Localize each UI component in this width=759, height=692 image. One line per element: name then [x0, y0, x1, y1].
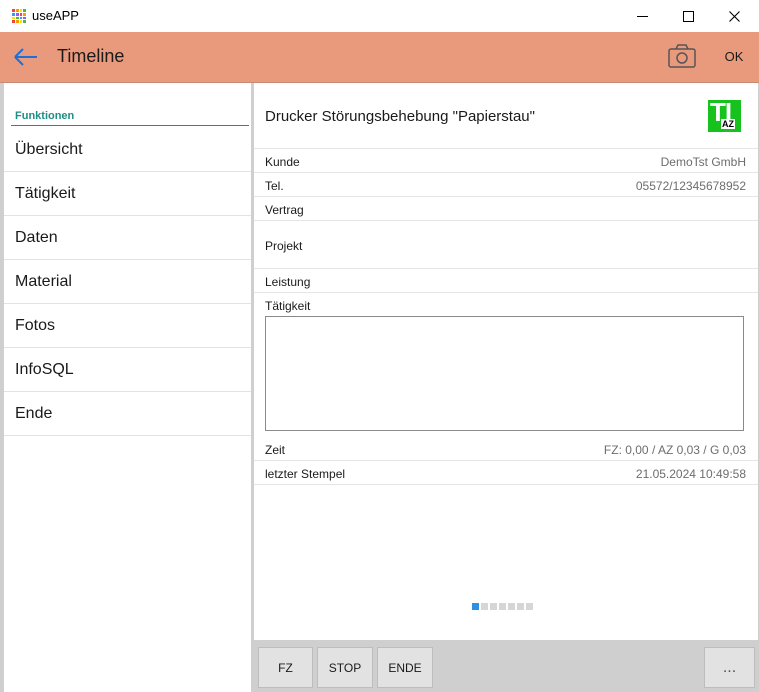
camera-icon[interactable]: [666, 42, 698, 70]
field-value-kunde: DemoTst GmbH: [660, 155, 746, 169]
close-icon: [728, 10, 740, 22]
sidebar-item-fotos[interactable]: Fotos: [4, 305, 251, 348]
field-value-zeit: FZ: 0,00 / AZ 0,03 / G 0,03: [603, 443, 746, 457]
app-header: Timeline OK: [0, 32, 759, 83]
page-dot[interactable]: [490, 603, 497, 610]
field-label-leistung: Leistung: [265, 275, 311, 289]
field-label-vertrag: Vertrag: [265, 203, 304, 217]
ende-button[interactable]: ENDE: [377, 647, 433, 688]
brand-logo-sub: AZ: [721, 119, 735, 129]
brand-logo: TI AZ: [708, 97, 741, 132]
page-title: Timeline: [57, 46, 125, 66]
detail-panel: Drucker Störungsbehebung "Papierstau" TI…: [254, 83, 758, 640]
page-dot[interactable]: [517, 603, 524, 610]
divider: [254, 484, 758, 485]
field-label-zeit: Zeit: [265, 443, 286, 457]
back-arrow-icon[interactable]: [12, 44, 40, 70]
page-dot[interactable]: [526, 603, 533, 610]
page-dot[interactable]: [499, 603, 506, 610]
sidebar-item-daten[interactable]: Daten: [4, 217, 251, 260]
divider: [254, 220, 758, 221]
divider: [254, 148, 758, 149]
more-button[interactable]: ...: [704, 647, 755, 688]
field-label-kunde: Kunde: [265, 155, 300, 169]
page-dot[interactable]: [508, 603, 515, 610]
page-dot[interactable]: [481, 603, 488, 610]
maximize-icon: [682, 10, 694, 22]
sidebar-item-ende[interactable]: Ende: [4, 393, 251, 436]
page-dot[interactable]: [472, 603, 479, 610]
sidebar: Funktionen Übersicht Tätigkeit Daten Mat…: [4, 83, 251, 692]
window-title: useAPP: [32, 8, 79, 23]
maximize-button[interactable]: [665, 0, 711, 32]
minimize-icon: [636, 15, 648, 17]
divider: [254, 268, 758, 269]
divider: [254, 172, 758, 173]
field-label-taetigkeit: Tätigkeit: [265, 299, 311, 313]
sidebar-item-material[interactable]: Material: [4, 261, 251, 304]
field-label-projekt: Projekt: [265, 239, 303, 253]
divider: [254, 460, 758, 461]
sidebar-item-taetigkeit[interactable]: Tätigkeit: [4, 173, 251, 216]
activity-textarea[interactable]: [265, 316, 744, 431]
window-titlebar[interactable]: useAPP: [0, 0, 759, 32]
close-button[interactable]: [711, 0, 757, 32]
fz-button[interactable]: FZ: [258, 647, 313, 688]
divider: [254, 292, 758, 293]
sidebar-heading: Funktionen: [15, 110, 75, 122]
field-label-tel: Tel.: [265, 179, 284, 193]
ok-button[interactable]: OK: [716, 42, 752, 70]
field-value-stempel: 21.05.2024 10:49:58: [635, 467, 746, 481]
task-title: Drucker Störungsbehebung "Papierstau": [265, 108, 535, 125]
field-value-tel[interactable]: 05572/12345678952: [636, 179, 746, 193]
stop-button[interactable]: STOP: [317, 647, 373, 688]
field-label-stempel: letzter Stempel: [265, 467, 346, 481]
sidebar-divider: [11, 125, 249, 126]
app-icon: [12, 9, 26, 23]
minimize-button[interactable]: [619, 0, 665, 32]
page-indicator[interactable]: [472, 603, 533, 610]
sidebar-item-infosql[interactable]: InfoSQL: [4, 349, 251, 392]
divider: [254, 196, 758, 197]
sidebar-item-uebersicht[interactable]: Übersicht: [4, 129, 251, 172]
